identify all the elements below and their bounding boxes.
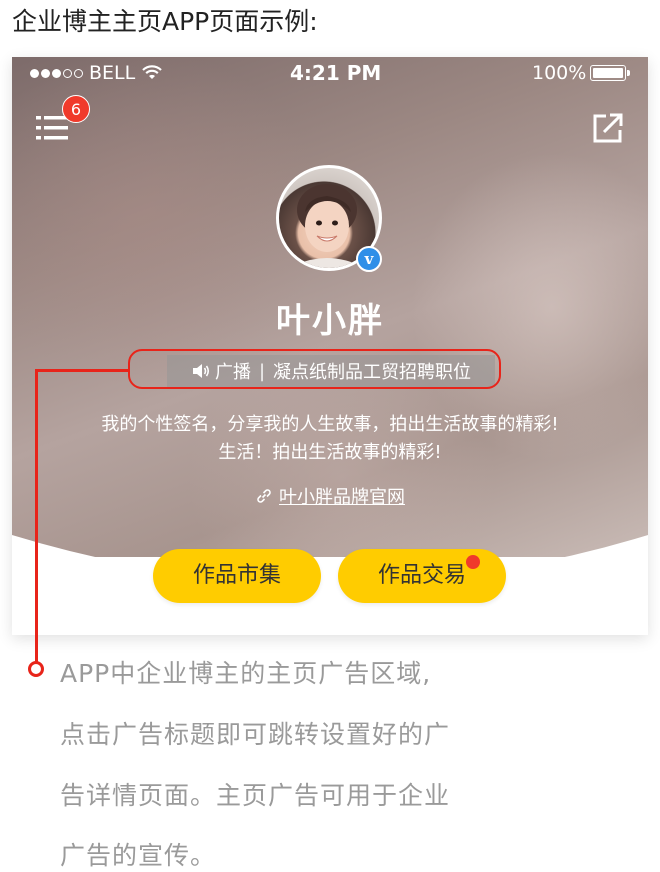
works-market-button[interactable]: 作品市集 xyxy=(153,549,321,603)
website-link-label[interactable]: 叶小胖品牌官网 xyxy=(279,487,405,508)
carrier-signal: BELL xyxy=(30,62,163,84)
works-trade-button[interactable]: 作品交易 xyxy=(338,549,506,603)
wifi-icon xyxy=(142,65,162,79)
ad-highlight-annotation xyxy=(128,349,501,389)
status-bar: BELL 4:21 PM 100% xyxy=(12,57,648,89)
bio-line-2: 生活！拍出生活故事的精彩! xyxy=(218,442,442,463)
page-heading: 企业博主主页APP页面示例: xyxy=(12,7,318,36)
caption-line-2: 点击广告标题即可跳转设置好的广 xyxy=(60,720,451,749)
annotation-connector-horizontal xyxy=(35,369,129,372)
battery-tip xyxy=(627,70,630,76)
status-time: 4:21 PM xyxy=(290,61,382,85)
caption-line-3: 告详情页面。主页广告可用于企业 xyxy=(60,781,451,810)
website-link[interactable]: 叶小胖品牌官网 xyxy=(12,483,648,509)
bio-line-1: 我的个性签名，分享我的人生故事，拍出生活故事的精彩! xyxy=(101,414,559,435)
share-icon[interactable] xyxy=(592,112,624,144)
profile-bio: 我的个性签名，分享我的人生故事，拍出生活故事的精彩! 生活！拍出生活故事的精彩! xyxy=(12,411,648,467)
caption-line-4: 广告的宣传。 xyxy=(60,841,217,870)
battery-percentage: 100% xyxy=(532,62,587,84)
battery-icon xyxy=(590,65,626,81)
annotation-connector-vertical xyxy=(35,369,38,665)
link-icon xyxy=(257,489,271,503)
signal-strength-icon xyxy=(30,68,83,78)
carrier-name: BELL xyxy=(89,62,136,84)
phone-screen: BELL 4:21 PM 100% 6 v 叶小胖 广播 | 凝点纸制品工贸招聘… xyxy=(12,57,648,635)
caption-line-1: APP中企业博主的主页广告区域, xyxy=(60,659,432,688)
profile-name: 叶小胖 xyxy=(276,301,384,341)
verified-badge-icon: v xyxy=(356,246,382,272)
works-trade-notification-dot xyxy=(466,555,480,569)
notification-badge: 6 xyxy=(62,95,90,123)
annotation-endpoint-dot xyxy=(28,661,44,677)
